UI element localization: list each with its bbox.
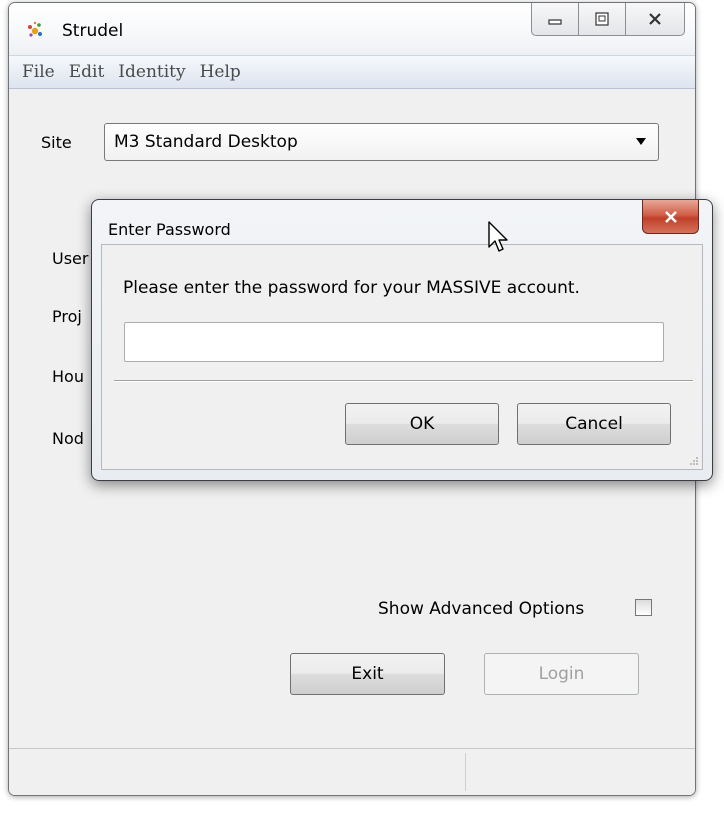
ok-button[interactable]: OK xyxy=(345,403,499,445)
password-dialog: Enter Password Please enter the password… xyxy=(91,199,713,481)
exit-button[interactable]: Exit xyxy=(290,653,445,695)
chevron-down-icon xyxy=(636,138,646,145)
close-icon xyxy=(649,13,661,25)
dialog-body: Please enter the password for your MASSI… xyxy=(101,244,703,470)
menu-file[interactable]: File xyxy=(22,62,55,82)
window-title: Strudel xyxy=(62,21,124,41)
title-bar[interactable]: Strudel xyxy=(9,3,695,55)
project-label: Proj xyxy=(52,307,82,326)
strudel-app-icon xyxy=(28,21,42,37)
status-bar-divider xyxy=(465,753,466,791)
dialog-message: Please enter the password for your MASSI… xyxy=(123,278,580,298)
status-bar xyxy=(9,748,695,795)
caption-buttons xyxy=(531,3,685,36)
site-dropdown[interactable]: M3 Standard Desktop xyxy=(104,123,659,161)
maximize-button[interactable] xyxy=(578,3,626,36)
show-advanced-checkbox[interactable] xyxy=(635,599,652,616)
menu-help[interactable]: Help xyxy=(200,62,241,82)
site-label: Site xyxy=(41,133,72,152)
close-button[interactable] xyxy=(625,3,685,36)
dialog-close-button[interactable] xyxy=(642,200,699,234)
dialog-separator xyxy=(114,380,693,382)
minimize-icon xyxy=(548,19,562,25)
dialog-title: Enter Password xyxy=(108,220,231,239)
close-icon xyxy=(664,210,677,223)
menu-identity[interactable]: Identity xyxy=(118,62,185,82)
mouse-pointer-icon xyxy=(488,221,508,252)
hours-label: Hou xyxy=(52,367,84,386)
login-button[interactable]: Login xyxy=(484,653,639,695)
resize-grip-icon[interactable] xyxy=(689,456,699,466)
maximize-icon xyxy=(595,12,609,26)
show-advanced-label: Show Advanced Options xyxy=(378,599,585,619)
nodes-label: Nod xyxy=(52,429,84,448)
menu-edit[interactable]: Edit xyxy=(69,62,105,82)
username-label: User xyxy=(52,249,89,268)
cancel-button[interactable]: Cancel xyxy=(517,403,671,445)
menu-bar: File Edit Identity Help xyxy=(9,55,695,89)
password-input[interactable] xyxy=(124,322,664,362)
site-dropdown-value: M3 Standard Desktop xyxy=(114,132,298,152)
minimize-button[interactable] xyxy=(531,3,579,36)
